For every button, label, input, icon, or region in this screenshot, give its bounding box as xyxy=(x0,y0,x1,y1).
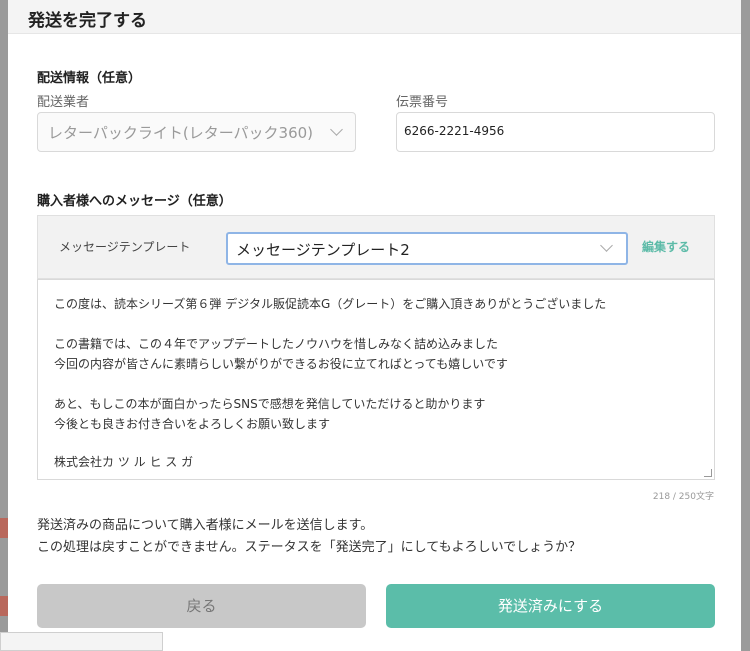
message-textarea[interactable]: この度は、読本シリーズ第６弾 デジタル販促読本G（グレート）をご購入頂きありがと… xyxy=(37,279,715,480)
chevron-down-icon xyxy=(600,239,613,252)
tracking-label: 伝票番号 xyxy=(396,95,449,110)
template-panel: メッセージテンプレート メッセージテンプレート2 編集する xyxy=(37,215,715,279)
modal-title: 発送を完了する xyxy=(28,11,147,31)
background-badge xyxy=(0,596,8,616)
modal-header: 発送を完了する xyxy=(8,0,741,34)
carrier-label: 配送業者 xyxy=(37,95,90,110)
background-page-left xyxy=(0,0,8,651)
message-line: 株式会社カ ツ ル ヒ ス ガ xyxy=(54,455,194,469)
message-line: この書籍では、この４年でアップデートしたノウハウを惜しみなく詰め込みました xyxy=(54,337,499,351)
chevron-down-icon xyxy=(330,123,343,136)
notice-line-2: この処理は戻すことができません。ステータスを「発送完了」にしてもよろしいでしょう… xyxy=(37,540,582,555)
template-label: メッセージテンプレート xyxy=(59,240,191,254)
complete-shipping-modal: 発送を完了する 配送情報（任意） 配送業者 レターパックライト(レターパック36… xyxy=(8,0,741,651)
edit-template-link[interactable]: 編集する xyxy=(642,238,690,255)
resize-handle-icon[interactable] xyxy=(704,469,712,477)
message-line: 今回の内容が皆さんに素晴らしい繋がりができるお役に立てればとっても嬉しいです xyxy=(54,357,508,371)
tracking-number-value: 6266-2221-4956 xyxy=(404,124,505,138)
character-counter: 218 / 250文字 xyxy=(652,492,714,502)
mark-shipped-button[interactable]: 発送済みにする xyxy=(386,584,715,628)
template-select[interactable]: メッセージテンプレート2 xyxy=(226,232,628,265)
background-badge xyxy=(0,518,8,538)
message-line: あと、もしこの本が面白かったらSNSで感想を発信していただけると助かります xyxy=(54,397,486,411)
background-page-right xyxy=(741,0,750,651)
message-line: 今後とも良きお付き合いをよろしくお願い致します xyxy=(54,417,331,431)
back-button[interactable]: 戻る xyxy=(37,584,366,628)
message-section-title: 購入者様へのメッセージ（任意） xyxy=(37,194,232,209)
carrier-select-value: レターパックライト(レターパック360) xyxy=(48,124,314,142)
tracking-number-input[interactable]: 6266-2221-4956 xyxy=(396,112,715,152)
carrier-select[interactable]: レターパックライト(レターパック360) xyxy=(37,112,356,152)
template-select-value: メッセージテンプレート2 xyxy=(236,241,410,259)
message-line: この度は、読本シリーズ第６弾 デジタル販促読本G（グレート）をご購入頂きありがと… xyxy=(54,297,607,311)
background-input-strip xyxy=(0,632,163,651)
notice-line-1: 発送済みの商品について購入者様にメールを送信します。 xyxy=(37,518,374,533)
shipping-section-title: 配送情報（任意） xyxy=(37,71,142,86)
